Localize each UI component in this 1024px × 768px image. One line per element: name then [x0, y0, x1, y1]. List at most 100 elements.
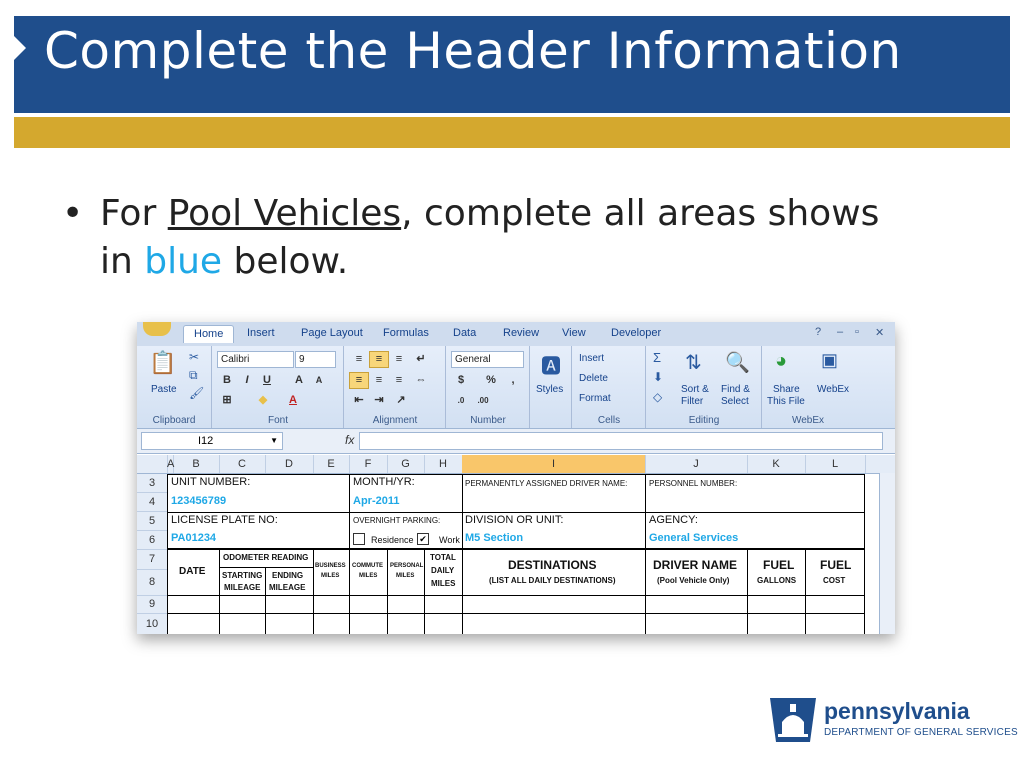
tab-home[interactable]: Home: [183, 325, 235, 343]
help-icon[interactable]: ?: [815, 326, 821, 338]
percent-button[interactable]: %: [481, 372, 501, 389]
font-name-select[interactable]: Calibri: [217, 351, 294, 368]
cut-icon[interactable]: ✂: [189, 350, 199, 364]
align-top-button[interactable]: ≡: [349, 351, 369, 368]
tab-view[interactable]: View: [562, 327, 586, 339]
work-checkbox[interactable]: ✔: [417, 533, 429, 545]
select-all-corner[interactable]: [137, 455, 168, 473]
col-header-g[interactable]: G: [387, 455, 425, 473]
agency-value[interactable]: General Services: [649, 532, 738, 544]
tab-page-layout[interactable]: Page Layout: [301, 327, 363, 339]
find-button-line1[interactable]: Find &: [721, 384, 750, 395]
font-size-select[interactable]: 9: [295, 351, 336, 368]
italic-button[interactable]: I: [237, 372, 257, 389]
share-button-line1[interactable]: Share: [773, 384, 800, 395]
division-value[interactable]: M5 Section: [465, 532, 523, 544]
styles-icon[interactable]: 🅰: [541, 350, 561, 379]
col-header-b[interactable]: B: [173, 455, 220, 473]
row-header-8[interactable]: 8: [137, 570, 168, 596]
row-header-5[interactable]: 5: [137, 512, 168, 531]
slide-title: Complete the Header Information: [44, 22, 902, 80]
minimize-icon[interactable]: –: [837, 326, 843, 338]
align-left-button[interactable]: ≡: [349, 372, 369, 389]
align-middle-button[interactable]: ≡: [369, 351, 389, 368]
shrink-font-button[interactable]: A: [309, 372, 329, 389]
sort-button-line1[interactable]: Sort &: [681, 384, 709, 395]
merge-center-button[interactable]: ⇔: [411, 372, 431, 389]
starting-header-2: MILEAGE: [224, 583, 261, 592]
tab-review[interactable]: Review: [503, 327, 539, 339]
unit-number-value[interactable]: 123456789: [171, 495, 226, 507]
paste-button[interactable]: Paste: [151, 384, 177, 395]
format-cells-button[interactable]: Format: [579, 393, 611, 404]
grid-line: [349, 474, 350, 548]
align-right-button[interactable]: ≡: [389, 372, 409, 389]
col-header-l[interactable]: L: [805, 455, 866, 473]
col-header-d[interactable]: D: [265, 455, 314, 473]
find-button-line2[interactable]: Select: [721, 396, 749, 407]
bold-button[interactable]: B: [217, 372, 237, 389]
bullet-blue-word: blue: [144, 241, 223, 282]
paste-icon[interactable]: 📋: [149, 350, 176, 376]
decrease-decimal-button[interactable]: .00: [473, 392, 493, 409]
align-bottom-button[interactable]: ≡: [389, 351, 409, 368]
col-header-j[interactable]: J: [645, 455, 748, 473]
col-header-c[interactable]: C: [219, 455, 266, 473]
col-header-f[interactable]: F: [349, 455, 388, 473]
vertical-scrollbar[interactable]: [879, 473, 895, 634]
borders-button[interactable]: ⊞: [217, 392, 237, 409]
autosum-icon[interactable]: Σ: [653, 350, 661, 365]
webex-button[interactable]: WebEx: [817, 384, 849, 395]
close-icon[interactable]: ✕: [875, 326, 884, 339]
column-headers: A B C D E F G H I J K L: [137, 455, 895, 474]
increase-indent-button[interactable]: ⇥: [369, 392, 389, 409]
align-center-button[interactable]: ≡: [369, 372, 389, 389]
col-header-e[interactable]: E: [313, 455, 350, 473]
license-plate-value[interactable]: PA01234: [171, 532, 216, 544]
residence-checkbox[interactable]: [353, 533, 365, 545]
copy-icon[interactable]: ⧉: [189, 368, 198, 383]
tab-formulas[interactable]: Formulas: [383, 327, 429, 339]
tab-data[interactable]: Data: [453, 327, 476, 339]
insert-cells-button[interactable]: Insert: [579, 353, 604, 364]
row-header-6[interactable]: 6: [137, 531, 168, 550]
row-header-9[interactable]: 9: [137, 596, 168, 614]
chevron-down-icon[interactable]: ▼: [270, 433, 278, 449]
delete-cells-button[interactable]: Delete: [579, 373, 608, 384]
month-yr-label: MONTH/YR:: [353, 476, 415, 488]
grow-font-button[interactable]: A: [289, 372, 309, 389]
tab-insert[interactable]: Insert: [247, 327, 275, 339]
fuel-cost-subheader: COST: [823, 576, 846, 585]
restore-icon[interactable]: ▫: [855, 326, 859, 338]
row-header-7[interactable]: 7: [137, 550, 168, 570]
underline-button[interactable]: U: [257, 372, 277, 389]
month-yr-value[interactable]: Apr-2011: [353, 495, 399, 507]
orientation-button[interactable]: ↗: [391, 392, 411, 409]
fill-color-button[interactable]: ◆: [253, 392, 273, 409]
decrease-indent-button[interactable]: ⇤: [349, 392, 369, 409]
fill-icon[interactable]: ⬇: [653, 370, 663, 384]
format-painter-icon[interactable]: 🖌: [189, 386, 204, 400]
grid-line: [167, 613, 865, 614]
styles-button[interactable]: Styles: [536, 384, 563, 395]
col-header-k[interactable]: K: [747, 455, 806, 473]
col-header-i[interactable]: I: [462, 455, 646, 473]
row-header-4[interactable]: 4: [137, 493, 168, 512]
name-box[interactable]: I12 ▼: [141, 432, 283, 450]
row-header-10[interactable]: 10: [137, 614, 168, 634]
currency-button[interactable]: $: [451, 372, 471, 389]
number-format-select[interactable]: General: [451, 351, 524, 368]
col-header-h[interactable]: H: [424, 455, 463, 473]
clear-icon[interactable]: ◇: [653, 390, 662, 404]
sort-button-line2[interactable]: Filter: [681, 396, 703, 407]
fx-icon[interactable]: fx: [345, 433, 354, 447]
font-color-button[interactable]: A: [283, 392, 303, 409]
share-button-line2[interactable]: This File: [767, 396, 805, 407]
tab-developer[interactable]: Developer: [611, 327, 661, 339]
wrap-text-button[interactable]: ↵: [411, 351, 431, 368]
row-header-3[interactable]: 3: [137, 474, 168, 493]
formula-input[interactable]: [359, 432, 883, 450]
increase-decimal-button[interactable]: .0: [451, 392, 471, 409]
comma-button[interactable]: ,: [503, 372, 523, 389]
office-button-icon[interactable]: [143, 322, 171, 336]
